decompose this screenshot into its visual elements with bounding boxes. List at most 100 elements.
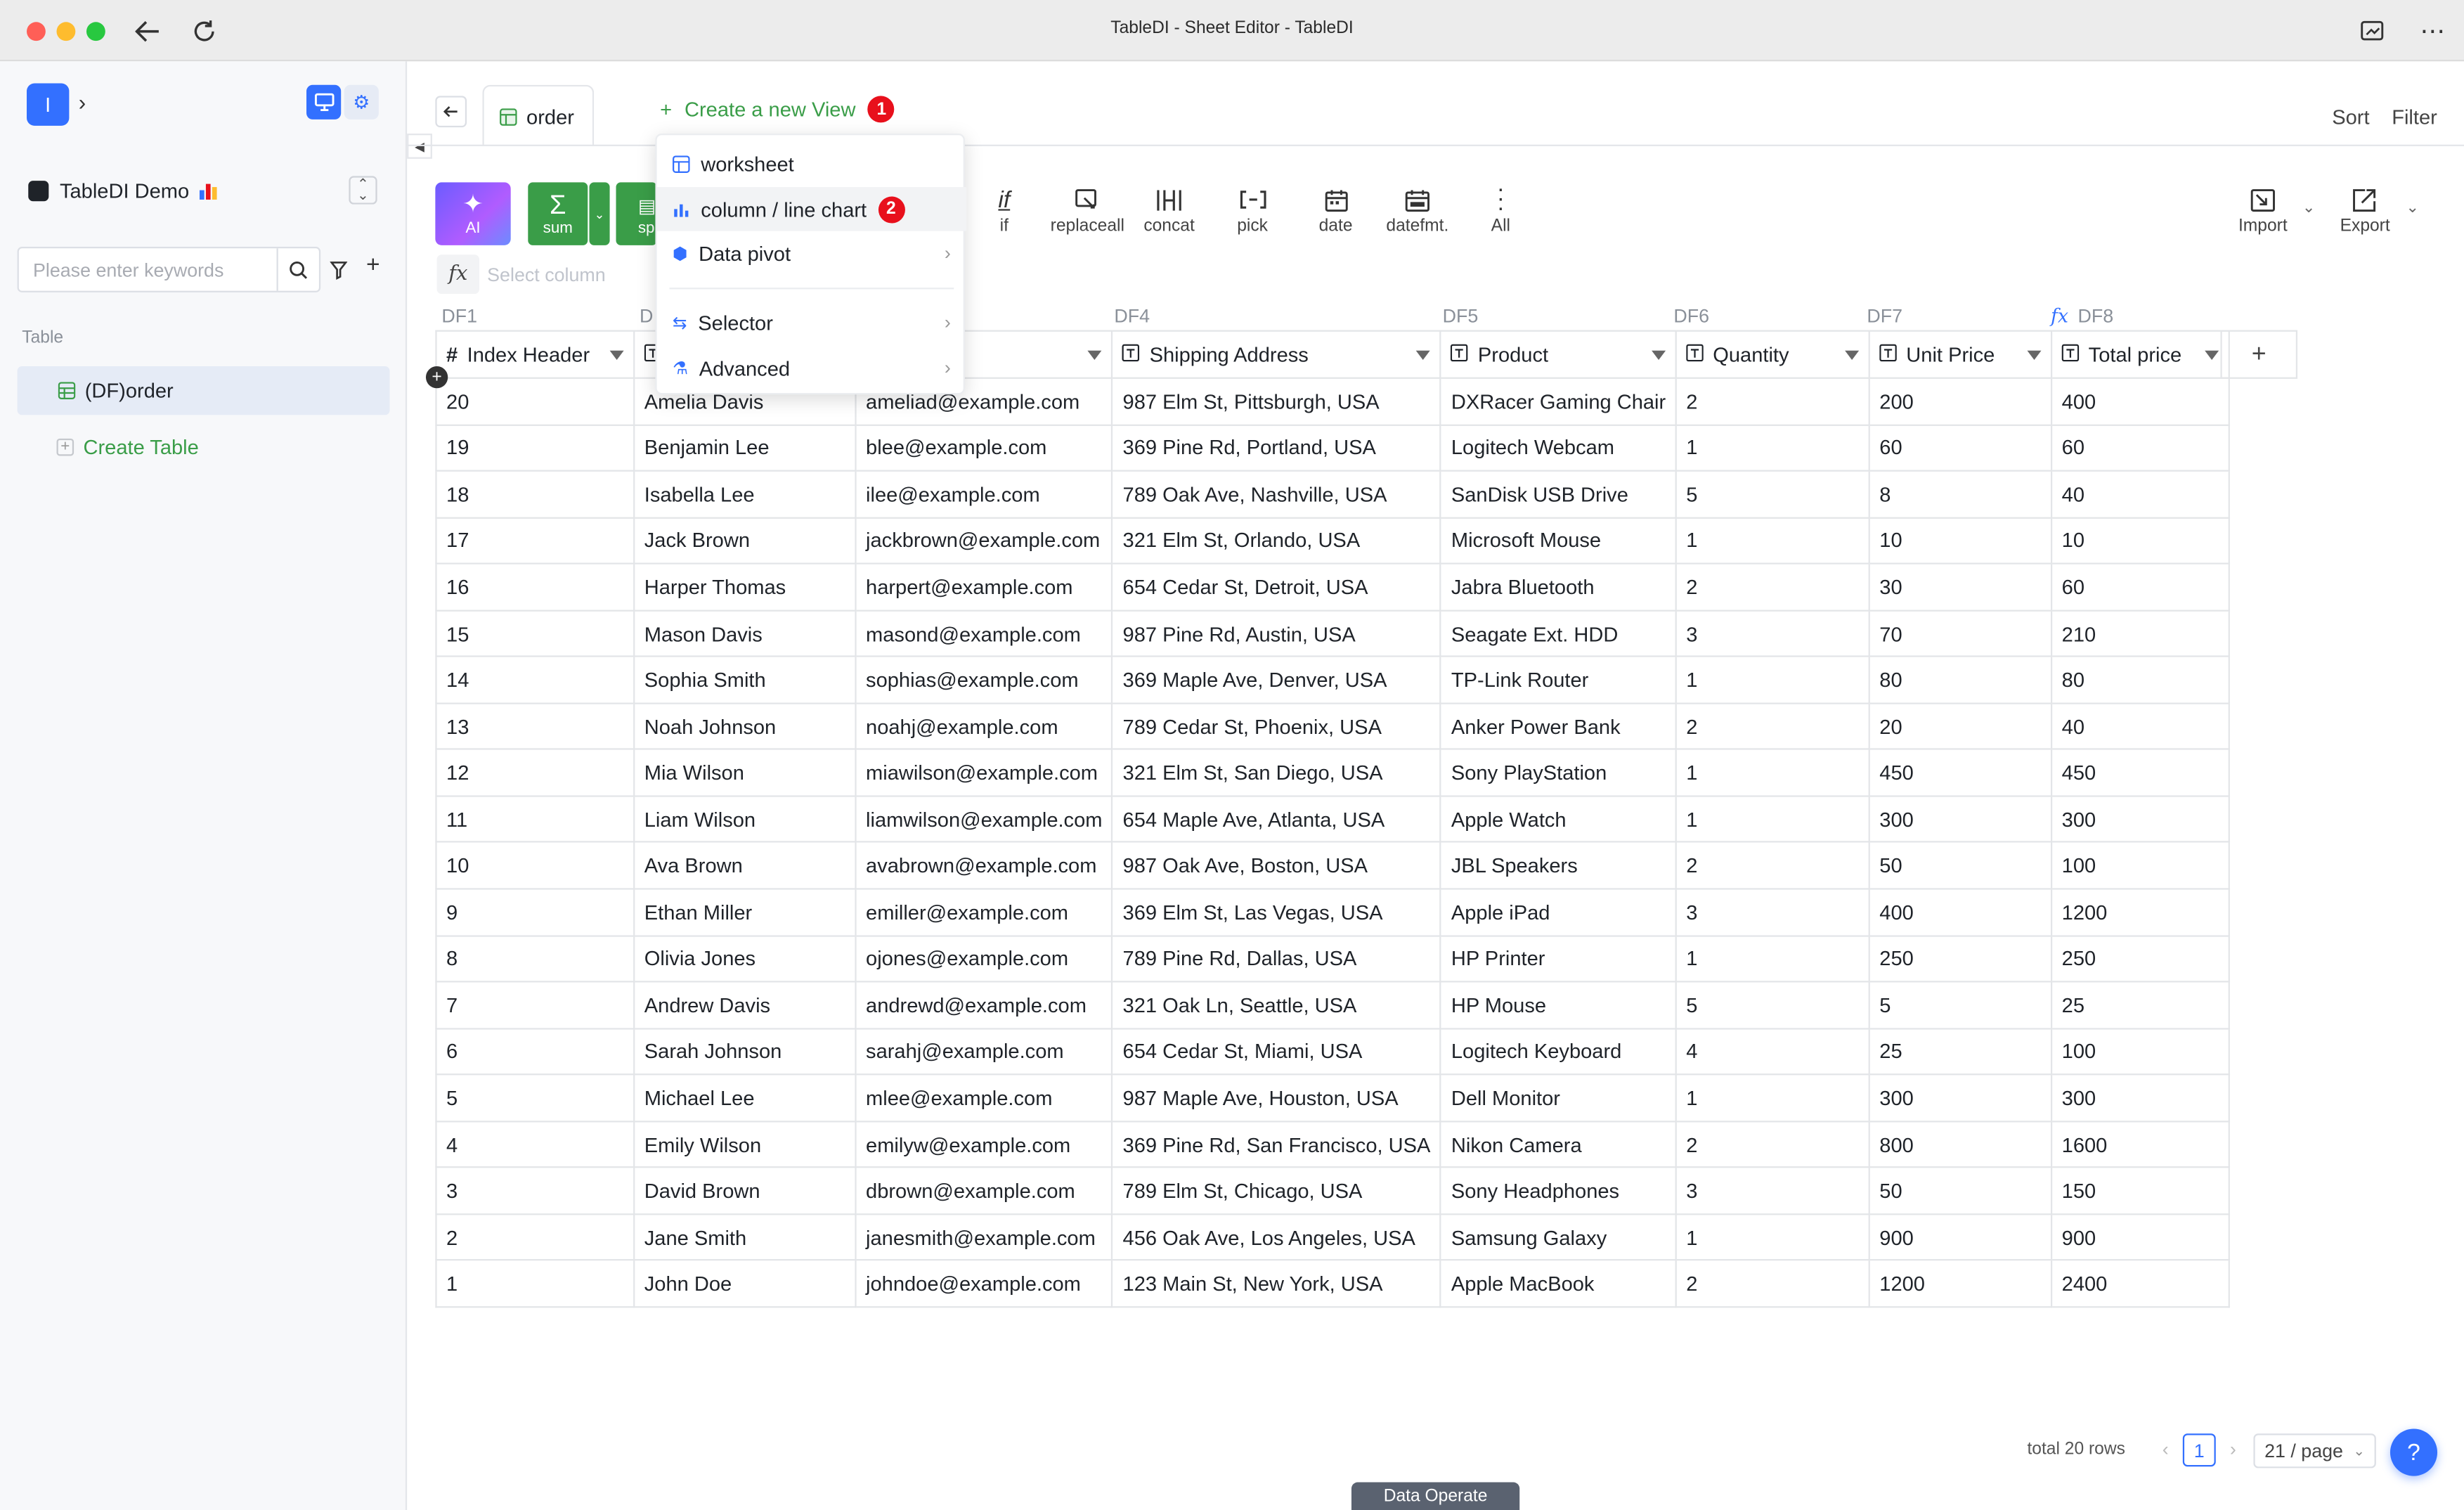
- table-cell[interactable]: 40: [2051, 702, 2230, 751]
- table-cell[interactable]: liamwilson@example.com: [855, 795, 1114, 844]
- export-button[interactable]: Export: [2335, 182, 2395, 245]
- table-cell[interactable]: 5: [1675, 470, 1870, 519]
- table-cell[interactable]: Anker Power Bank: [1440, 702, 1677, 751]
- table-cell[interactable]: 80: [2051, 656, 2230, 704]
- table-cell[interactable]: 80: [1868, 656, 2053, 704]
- table-cell[interactable]: 25: [1868, 1027, 2053, 1076]
- sort-button[interactable]: Sort: [2332, 105, 2369, 129]
- table-cell[interactable]: 11: [435, 795, 635, 844]
- column-menu-icon[interactable]: [2027, 342, 2042, 366]
- table-cell[interactable]: 60: [2051, 423, 2230, 472]
- table-cell[interactable]: 2: [1675, 841, 1870, 890]
- table-cell[interactable]: 456 Oak Ave, Los Angeles, USA: [1111, 1213, 1442, 1262]
- table-cell[interactable]: 40: [2051, 470, 2230, 519]
- filter-icon[interactable]: [330, 259, 348, 288]
- table-cell[interactable]: 25: [2051, 981, 2230, 1029]
- cast-icon[interactable]: [2354, 13, 2392, 51]
- column-menu-icon[interactable]: [1088, 342, 1103, 366]
- table-cell[interactable]: 2: [435, 1213, 635, 1262]
- table-cell[interactable]: 987 Elm St, Pittsburgh, USA: [1111, 377, 1442, 425]
- table-cell[interactable]: sophias@example.com: [855, 656, 1114, 704]
- sidebar-item-order[interactable]: (DF)order: [17, 366, 390, 415]
- search-input[interactable]: [18, 248, 277, 291]
- table-cell[interactable]: 789 Pine Rd, Dallas, USA: [1111, 934, 1442, 983]
- table-cell[interactable]: 300: [1868, 795, 2053, 844]
- table-cell[interactable]: Microsoft Mouse: [1440, 516, 1677, 565]
- table-cell[interactable]: Seagate Ext. HDD: [1440, 609, 1677, 658]
- table-cell[interactable]: Harper Thomas: [633, 562, 857, 612]
- table-cell[interactable]: emilyw@example.com: [855, 1120, 1114, 1168]
- table-cell[interactable]: 30: [1868, 562, 2053, 612]
- column-menu-icon[interactable]: [609, 342, 624, 366]
- table-cell[interactable]: 10: [435, 841, 635, 890]
- table-cell[interactable]: 20: [1868, 702, 2053, 751]
- table-cell[interactable]: 3: [1675, 1166, 1870, 1215]
- table-cell[interactable]: 20: [435, 377, 635, 425]
- table-cell[interactable]: 3: [1675, 609, 1870, 658]
- replaceall-button[interactable]: replaceall: [1046, 182, 1128, 245]
- table-cell[interactable]: dbrown@example.com: [855, 1166, 1114, 1215]
- table-cell[interactable]: Apple iPad: [1440, 888, 1677, 936]
- table-cell[interactable]: 2: [1675, 1259, 1870, 1308]
- table-cell[interactable]: 13: [435, 702, 635, 751]
- table-cell[interactable]: TP-Link Router: [1440, 656, 1677, 704]
- table-cell[interactable]: 2: [1675, 562, 1870, 612]
- table-cell[interactable]: 369 Maple Ave, Denver, USA: [1111, 656, 1442, 704]
- menu-item-data-pivot[interactable]: ⬢ Data pivot ›: [657, 231, 966, 276]
- table-cell[interactable]: jackbrown@example.com: [855, 516, 1114, 565]
- table-cell[interactable]: 1: [1675, 795, 1870, 844]
- next-page-icon[interactable]: ›: [2224, 1433, 2243, 1465]
- data-operate-tab[interactable]: Data Operate: [1351, 1482, 1520, 1510]
- table-cell[interactable]: ilee@example.com: [855, 470, 1114, 519]
- table-cell[interactable]: andrewd@example.com: [855, 981, 1114, 1029]
- table-cell[interactable]: Sophia Smith: [633, 656, 857, 704]
- table-cell[interactable]: 60: [2051, 562, 2230, 612]
- desktop-view-button[interactable]: [306, 84, 342, 120]
- back-button[interactable]: [435, 96, 467, 128]
- table-cell[interactable]: Michael Lee: [633, 1073, 857, 1122]
- table-cell[interactable]: 654 Maple Ave, Atlanta, USA: [1111, 795, 1442, 844]
- help-button[interactable]: ?: [2390, 1428, 2438, 1476]
- table-cell[interactable]: 5: [1675, 981, 1870, 1029]
- ai-button[interactable]: ✦ AI: [435, 182, 511, 245]
- table-cell[interactable]: 300: [2051, 1073, 2230, 1122]
- table-cell[interactable]: Mason Davis: [633, 609, 857, 658]
- table-cell[interactable]: janesmith@example.com: [855, 1213, 1114, 1262]
- settings-gear-icon[interactable]: ⚙: [344, 84, 379, 120]
- table-cell[interactable]: 1: [1675, 423, 1870, 472]
- table-cell[interactable]: 654 Cedar St, Detroit, USA: [1111, 562, 1442, 612]
- column-menu-icon[interactable]: [1845, 342, 1860, 366]
- table-cell[interactable]: 19: [435, 423, 635, 472]
- expand-collapse-icon[interactable]: ⌃ ⌄: [349, 176, 377, 205]
- datefmt-button[interactable]: datefmt.: [1380, 182, 1455, 245]
- sum-button[interactable]: Σ sum: [528, 182, 588, 245]
- table-cell[interactable]: harpert@example.com: [855, 562, 1114, 612]
- table-cell[interactable]: David Brown: [633, 1166, 857, 1215]
- if-button[interactable]: if if: [984, 182, 1025, 245]
- table-cell[interactable]: 987 Oak Ave, Boston, USA: [1111, 841, 1442, 890]
- table-cell[interactable]: Sony Headphones: [1440, 1166, 1677, 1215]
- create-view-button[interactable]: + Create a new View 1: [660, 96, 895, 123]
- table-cell[interactable]: masond@example.com: [855, 609, 1114, 658]
- table-cell[interactable]: 321 Elm St, Orlando, USA: [1111, 516, 1442, 565]
- column-menu-icon[interactable]: [1416, 342, 1431, 366]
- table-cell[interactable]: Andrew Davis: [633, 981, 857, 1029]
- table-cell[interactable]: ojones@example.com: [855, 934, 1114, 983]
- table-cell[interactable]: Ava Brown: [633, 841, 857, 890]
- table-cell[interactable]: JBL Speakers: [1440, 841, 1677, 890]
- table-cell[interactable]: 450: [2051, 749, 2230, 797]
- search-icon[interactable]: [276, 248, 319, 291]
- table-cell[interactable]: 369 Pine Rd, San Francisco, USA: [1111, 1120, 1442, 1168]
- table-cell[interactable]: 10: [2051, 516, 2230, 565]
- table-cell[interactable]: 321 Oak Ln, Seattle, USA: [1111, 981, 1442, 1029]
- table-cell[interactable]: 1: [1675, 516, 1870, 565]
- table-cell[interactable]: 8: [435, 934, 635, 983]
- table-cell[interactable]: 1200: [2051, 888, 2230, 936]
- table-cell[interactable]: 123 Main St, New York, USA: [1111, 1259, 1442, 1308]
- table-cell[interactable]: 450: [1868, 749, 2053, 797]
- table-cell[interactable]: avabrown@example.com: [855, 841, 1114, 890]
- table-cell[interactable]: 10: [1868, 516, 2053, 565]
- table-cell[interactable]: 2: [1675, 377, 1870, 425]
- table-cell[interactable]: Isabella Lee: [633, 470, 857, 519]
- table-cell[interactable]: 100: [2051, 841, 2230, 890]
